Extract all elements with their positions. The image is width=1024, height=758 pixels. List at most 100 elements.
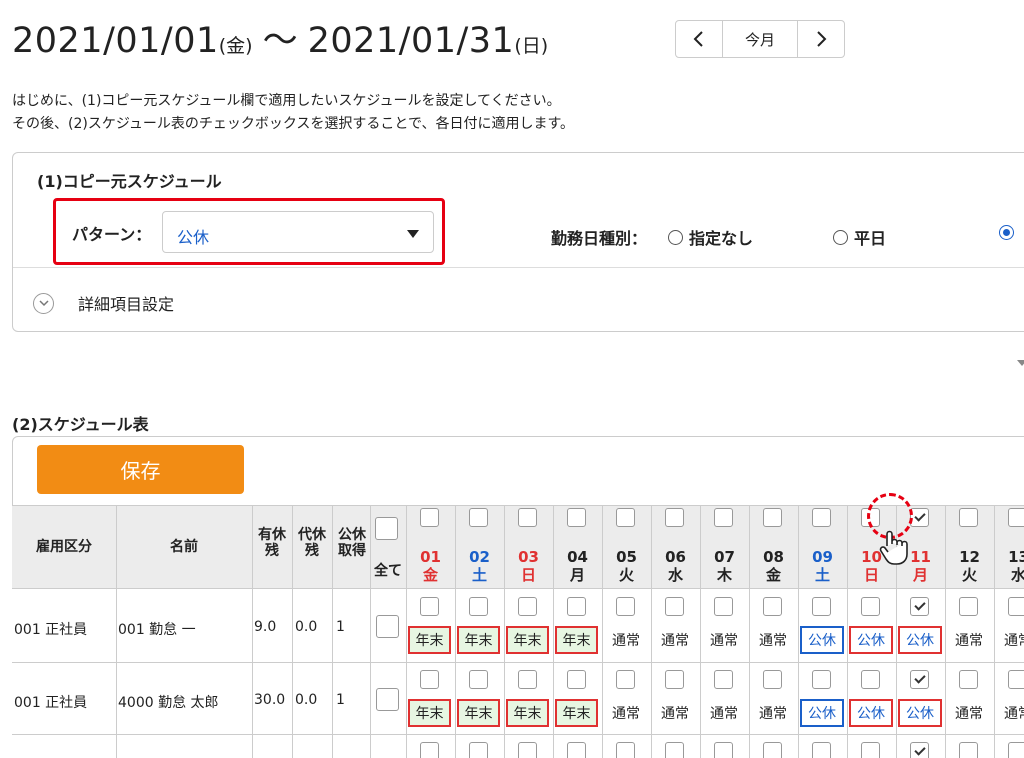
day-03-header-checkbox[interactable] <box>518 508 537 527</box>
schedule-badge[interactable]: 年末 <box>555 626 598 654</box>
schedule-badge[interactable]: 公休 <box>898 626 942 654</box>
day-cell-checkbox[interactable] <box>665 670 684 689</box>
schedule-badge[interactable]: 年末 <box>506 699 549 727</box>
day-cell-checkbox[interactable] <box>567 742 586 758</box>
schedule-badge[interactable]: 公休 <box>898 699 942 727</box>
chevron-left-icon <box>693 31 703 47</box>
day-cell-checkbox[interactable] <box>1008 597 1024 616</box>
schedule-badge[interactable]: 年末 <box>555 699 598 727</box>
day-13-header-checkbox[interactable] <box>1008 508 1024 527</box>
schedule-badge[interactable]: 通常 <box>604 626 648 654</box>
schedule-badge[interactable]: 通常 <box>702 699 746 727</box>
day-04-weekday: 月 <box>569 566 585 584</box>
col-name: 名前 <box>170 539 198 555</box>
day-cell-checkbox[interactable] <box>567 670 586 689</box>
schedule-badge[interactable]: 通常 <box>751 699 795 727</box>
schedule-badge[interactable]: 公休 <box>800 699 844 727</box>
schedule-badge[interactable]: 公休 <box>849 626 893 654</box>
day-cell-checkbox[interactable] <box>910 742 929 758</box>
day-cell-checkbox[interactable] <box>714 597 733 616</box>
day-02-header-checkbox[interactable] <box>469 508 488 527</box>
day-cell-checkbox[interactable] <box>1008 670 1024 689</box>
day-12-header-checkbox[interactable] <box>959 508 978 527</box>
column-divider <box>116 505 117 758</box>
day-cell-checkbox[interactable] <box>714 670 733 689</box>
day-05-header-checkbox[interactable] <box>616 508 635 527</box>
col-comp-leave-2: 残 <box>305 543 319 559</box>
day-09-header-checkbox[interactable] <box>812 508 831 527</box>
scroll-down-icon <box>1017 360 1024 366</box>
day-01-header-checkbox[interactable] <box>420 508 439 527</box>
day-07-header-checkbox[interactable] <box>714 508 733 527</box>
day-cell-checkbox[interactable] <box>910 670 929 689</box>
schedule-badge[interactable]: 年末 <box>457 626 500 654</box>
schedule-badge[interactable]: 年末 <box>408 626 451 654</box>
save-button[interactable]: 保存 <box>37 445 244 494</box>
day-cell-checkbox[interactable] <box>665 742 684 758</box>
day-cell-checkbox[interactable] <box>518 742 537 758</box>
day-cell-checkbox[interactable] <box>959 597 978 616</box>
radio-weekday[interactable]: 平日 <box>833 225 886 249</box>
radio-selected-icon <box>999 225 1014 240</box>
day-cell-checkbox[interactable] <box>469 597 488 616</box>
day-cell-checkbox[interactable] <box>567 597 586 616</box>
day-cell-checkbox[interactable] <box>910 597 929 616</box>
schedule-badge[interactable]: 通常 <box>653 626 697 654</box>
radio-selected[interactable] <box>999 225 1020 240</box>
day-04-header-checkbox[interactable] <box>567 508 586 527</box>
schedule-badge[interactable]: 公休 <box>849 699 893 727</box>
day-cell-checkbox[interactable] <box>763 670 782 689</box>
schedule-badge[interactable]: 通常 <box>702 626 746 654</box>
month-nav: 今月 <box>675 20 845 58</box>
day-cell-checkbox[interactable] <box>812 742 831 758</box>
schedule-badge[interactable]: 通常 <box>996 626 1024 654</box>
paid-leave-cell: 9.0 <box>254 619 277 635</box>
day-cell-checkbox[interactable] <box>959 670 978 689</box>
schedule-badge[interactable]: 通常 <box>751 626 795 654</box>
day-cell-checkbox[interactable] <box>959 742 978 758</box>
day-07-number: 07 <box>714 548 735 566</box>
day-cell-checkbox[interactable] <box>616 597 635 616</box>
schedule-badge[interactable]: 公休 <box>800 626 844 654</box>
day-cell-checkbox[interactable] <box>763 597 782 616</box>
schedule-badge[interactable]: 通常 <box>947 626 991 654</box>
day-cell-checkbox[interactable] <box>714 742 733 758</box>
day-06-header-checkbox[interactable] <box>665 508 684 527</box>
day-cell-checkbox[interactable] <box>420 670 439 689</box>
day-cell-checkbox[interactable] <box>420 742 439 758</box>
day-cell-checkbox[interactable] <box>616 670 635 689</box>
day-cell-checkbox[interactable] <box>812 670 831 689</box>
this-month-button[interactable]: 今月 <box>722 21 798 57</box>
schedule-badge[interactable]: 年末 <box>457 699 500 727</box>
day-08-header-checkbox[interactable] <box>763 508 782 527</box>
pattern-select[interactable]: 公休 <box>162 211 434 253</box>
day-cell-checkbox[interactable] <box>861 597 880 616</box>
day-cell-checkbox[interactable] <box>812 597 831 616</box>
schedule-badge[interactable]: 年末 <box>506 626 549 654</box>
day-cell-checkbox[interactable] <box>469 742 488 758</box>
schedule-badge[interactable]: 年末 <box>408 699 451 727</box>
day-cell-checkbox[interactable] <box>861 670 880 689</box>
detail-settings-toggle[interactable]: 詳細項目設定 <box>33 291 174 315</box>
row-select-checkbox[interactable] <box>376 615 399 638</box>
prev-month-button[interactable] <box>676 21 722 57</box>
schedule-badge[interactable]: 通常 <box>604 699 648 727</box>
day-06-weekday: 水 <box>667 566 683 584</box>
schedule-badge[interactable]: 通常 <box>947 699 991 727</box>
day-cell-checkbox[interactable] <box>616 742 635 758</box>
day-cell-checkbox[interactable] <box>861 742 880 758</box>
day-cell-checkbox[interactable] <box>518 670 537 689</box>
day-cell-checkbox[interactable] <box>469 670 488 689</box>
next-month-button[interactable] <box>798 21 844 57</box>
day-cell-checkbox[interactable] <box>1008 742 1024 758</box>
row-select-checkbox[interactable] <box>376 688 399 711</box>
day-cell-checkbox[interactable] <box>420 597 439 616</box>
day-cell-checkbox[interactable] <box>518 597 537 616</box>
radio-unspecified[interactable]: 指定なし <box>668 225 753 249</box>
day-cell-checkbox[interactable] <box>763 742 782 758</box>
schedule-badge[interactable]: 通常 <box>996 699 1024 727</box>
day-02-weekday: 土 <box>471 566 487 584</box>
day-cell-checkbox[interactable] <box>665 597 684 616</box>
select-all-checkbox[interactable] <box>375 517 398 540</box>
schedule-badge[interactable]: 通常 <box>653 699 697 727</box>
